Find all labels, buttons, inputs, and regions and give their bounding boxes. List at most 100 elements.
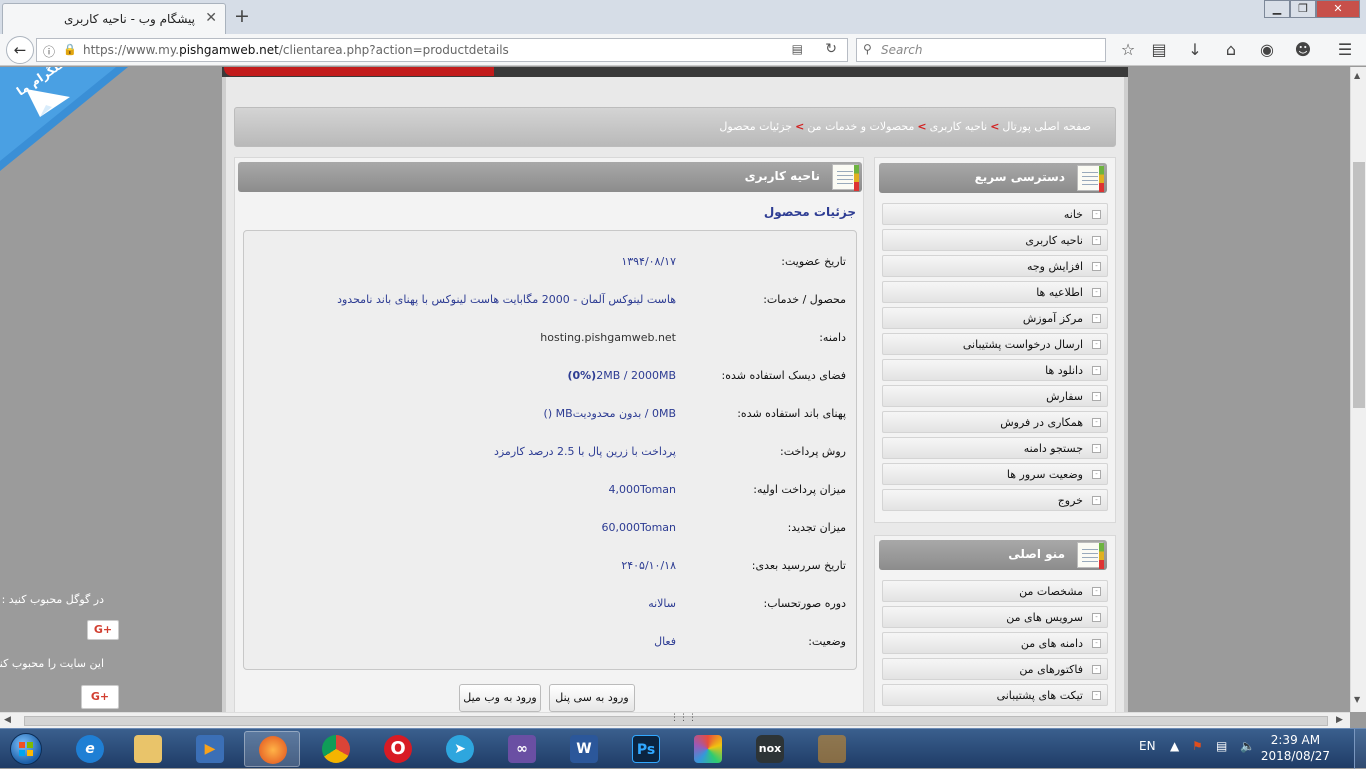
- taskbar-telegram[interactable]: ➤: [432, 731, 488, 767]
- main-menu-item[interactable]: دامنه های من -: [882, 632, 1108, 654]
- menu-item-label: همکاری در فروش: [1000, 416, 1083, 429]
- scroll-left-icon[interactable]: ◀: [4, 715, 11, 725]
- taskbar-internet-explorer[interactable]: e: [62, 731, 118, 767]
- quick-access-item[interactable]: همکاری در فروش -: [882, 411, 1108, 433]
- vertical-scrollbar[interactable]: ▲ ▼: [1350, 67, 1366, 712]
- detail-label: فضای دیسک استفاده شده:: [721, 369, 847, 382]
- google-plus-button[interactable]: G+: [87, 620, 119, 640]
- menu-item-label: سرویس های من: [1006, 611, 1083, 624]
- taskbar-opera[interactable]: O: [370, 731, 426, 767]
- menu-item-label: ناحیه کاربری: [1025, 234, 1083, 247]
- quick-access-item[interactable]: ارسال درخواست پشتیبانی -: [882, 333, 1108, 355]
- start-button[interactable]: [4, 731, 48, 767]
- pocket-icon[interactable]: ◉: [1256, 40, 1278, 59]
- taskbar-chrome[interactable]: [308, 731, 364, 767]
- reload-icon[interactable]: ↻: [825, 41, 837, 57]
- main-menu-item[interactable]: مشخصات من -: [882, 580, 1108, 602]
- quick-access-item[interactable]: مرکز آموزش -: [882, 307, 1108, 329]
- reader-view-icon[interactable]: ▤: [792, 42, 803, 56]
- main-menu-title: منو اصلی: [1008, 547, 1065, 561]
- expand-box-icon: -: [1092, 444, 1101, 453]
- bookmark-star-icon[interactable]: ☆: [1117, 40, 1139, 59]
- chrome-icon: [322, 735, 350, 763]
- system-clock[interactable]: 2:39 AM 2018/08/27: [1261, 732, 1330, 764]
- main-menu-item[interactable]: سرویس های من -: [882, 606, 1108, 628]
- tab-close-icon[interactable]: ✕: [205, 10, 217, 26]
- taskbar-visual-studio[interactable]: ∞: [494, 731, 550, 767]
- detail-label: دوره صورتحساب:: [763, 597, 846, 610]
- download-icon[interactable]: ↓: [1184, 40, 1206, 59]
- quick-access-item[interactable]: خروج -: [882, 489, 1108, 511]
- network-icon[interactable]: ▤: [1216, 739, 1227, 753]
- scroll-down-icon[interactable]: ▼: [1354, 695, 1360, 704]
- detail-label: پهنای باند استفاده شده:: [737, 407, 846, 420]
- breadcrumb-home[interactable]: صفحه اصلی پورتال: [1002, 120, 1091, 133]
- reading-list-icon[interactable]: ▤: [1148, 40, 1170, 59]
- breadcrumb-client-area[interactable]: ناحیه کاربری: [930, 120, 988, 133]
- tray-warning-icon[interactable]: ⚑: [1192, 739, 1203, 753]
- taskbar-nox[interactable]: nox: [742, 731, 798, 767]
- quick-access-item[interactable]: افزایش وجه -: [882, 255, 1108, 277]
- home-icon[interactable]: ⌂: [1220, 40, 1242, 59]
- close-window-button[interactable]: ✕: [1316, 0, 1360, 18]
- show-desktop-button[interactable]: [1354, 729, 1366, 769]
- quick-access-item[interactable]: ناحیه کاربری -: [882, 229, 1108, 251]
- volume-icon[interactable]: 🔈: [1240, 739, 1255, 753]
- taskbar-app-colorful[interactable]: [680, 731, 736, 767]
- main-menu-item[interactable]: فاکتورهای من -: [882, 658, 1108, 680]
- language-indicator[interactable]: EN: [1139, 739, 1156, 753]
- taskbar-file-explorer[interactable]: [120, 731, 176, 767]
- scroll-up-icon[interactable]: ▲: [1354, 71, 1360, 80]
- expand-box-icon: -: [1092, 236, 1101, 245]
- quick-access-item[interactable]: دانلود ها -: [882, 359, 1108, 381]
- windows-taskbar: e ▶ O ➤ ∞ W Ps nox EN ▲ ⚑ ▤ 🔈 2:39 AM 20…: [0, 728, 1366, 769]
- tray-expand-icon[interactable]: ▲: [1170, 739, 1179, 753]
- new-tab-icon[interactable]: +: [234, 5, 250, 27]
- word-icon: W: [570, 735, 598, 763]
- address-bar[interactable]: ⓘ 🔒 https://www.my.pishgamweb.net/client…: [36, 38, 848, 62]
- quick-access-item[interactable]: جستجو دامنه -: [882, 437, 1108, 459]
- back-arrow-icon[interactable]: ←: [6, 36, 34, 64]
- expand-box-icon: -: [1092, 665, 1101, 674]
- scroll-right-icon[interactable]: ▶: [1336, 715, 1343, 725]
- notebook-icon: [832, 164, 859, 191]
- expand-box-icon: -: [1092, 392, 1101, 401]
- taskbar-media-player[interactable]: ▶: [182, 731, 238, 767]
- cpanel-login-button[interactable]: ورود به سی پنل: [549, 684, 635, 712]
- quick-access-item[interactable]: وضعیت سرور ها -: [882, 463, 1108, 485]
- taskbar-app-blurred[interactable]: [804, 731, 860, 767]
- browser-tab-active[interactable]: پیشگام وب - ناحیه کاربری ✕: [2, 3, 226, 34]
- site-info-icon[interactable]: ⓘ: [43, 43, 55, 60]
- horizontal-scrollbar[interactable]: ◀ ⋮⋮⋮ ▶: [0, 712, 1350, 728]
- telegram-channel-banner[interactable]: کانال تلگرام ما: [0, 67, 128, 171]
- minimize-button[interactable]: ▁: [1264, 0, 1290, 18]
- detail-label: وضعیت:: [808, 635, 846, 648]
- breadcrumb-products[interactable]: محصولات و خدمات من: [807, 120, 914, 133]
- product-details-title: جزئیات محصول: [763, 205, 856, 219]
- visual-studio-icon: ∞: [508, 735, 536, 763]
- opera-icon: O: [384, 735, 412, 763]
- taskbar-photoshop[interactable]: Ps: [618, 731, 674, 767]
- expand-box-icon: -: [1092, 691, 1101, 700]
- menu-item-label: خروج: [1057, 494, 1083, 507]
- quick-access-item[interactable]: سفارش -: [882, 385, 1108, 407]
- webmail-login-button[interactable]: ورود به وب میل: [459, 684, 541, 712]
- quick-access-item[interactable]: خانه -: [882, 203, 1108, 225]
- menu-item-label: خانه: [1063, 208, 1083, 221]
- blurred-app-icon: [818, 735, 846, 763]
- menu-icon[interactable]: ☰: [1334, 40, 1356, 59]
- google-plus-button-site[interactable]: G+: [81, 685, 119, 709]
- taskbar-firefox[interactable]: [244, 731, 300, 767]
- menu-item-label: فاکتورهای من: [1019, 663, 1083, 676]
- maximize-button[interactable]: ❐: [1290, 0, 1316, 18]
- account-icon[interactable]: ☻: [1292, 40, 1314, 59]
- main-menu-item[interactable]: تیکت های پشتیبانی -: [882, 684, 1108, 706]
- search-box[interactable]: ⚲ Search: [856, 38, 1106, 62]
- internet-explorer-icon: e: [76, 735, 104, 763]
- quick-access-item[interactable]: اطلاعیه ها -: [882, 281, 1108, 303]
- search-icon: ⚲: [863, 42, 872, 56]
- expand-box-icon: -: [1092, 288, 1101, 297]
- taskbar-word[interactable]: W: [556, 731, 612, 767]
- notebook-icon: [1077, 165, 1104, 192]
- vertical-scroll-thumb[interactable]: [1353, 162, 1365, 408]
